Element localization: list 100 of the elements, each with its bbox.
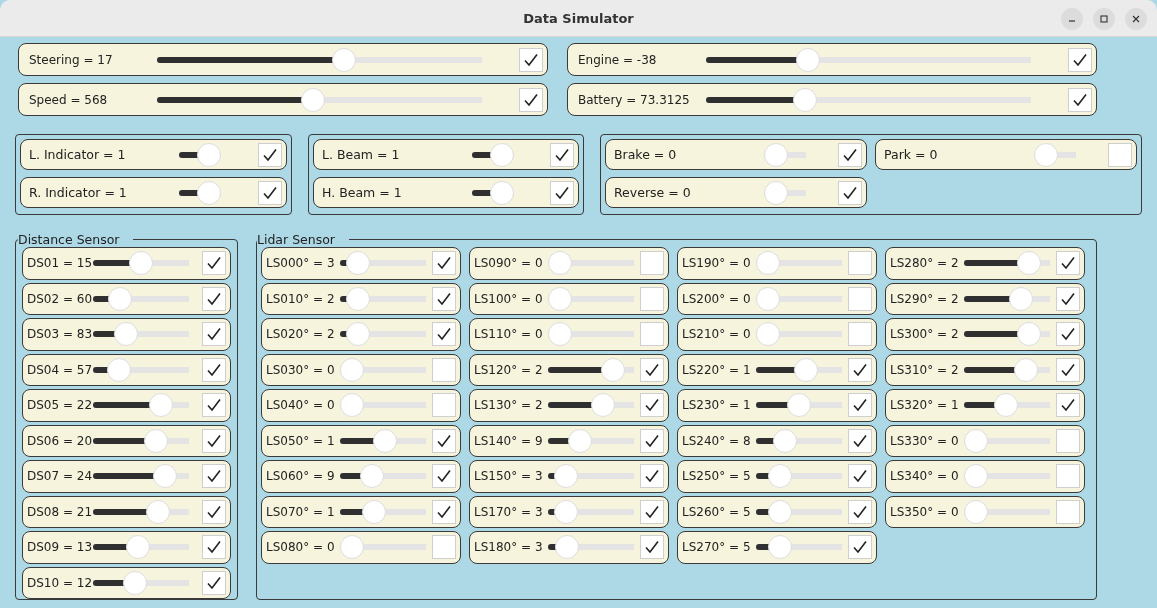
slider[interactable] <box>548 286 634 311</box>
checkbox[interactable] <box>848 286 872 311</box>
checkbox[interactable] <box>640 251 664 276</box>
slider-thumb[interactable] <box>548 251 572 276</box>
slider-thumb[interactable] <box>554 499 579 524</box>
checkbox[interactable] <box>1056 251 1080 276</box>
checkbox[interactable] <box>848 322 872 347</box>
checkbox[interactable] <box>848 464 872 489</box>
checkbox[interactable] <box>202 464 226 489</box>
slider-thumb[interactable] <box>1009 286 1034 311</box>
slider-thumb[interactable] <box>796 47 821 72</box>
checkbox[interactable] <box>640 499 664 524</box>
checkbox[interactable] <box>258 180 282 205</box>
slider-thumb[interactable] <box>340 393 364 418</box>
slider-thumb[interactable] <box>764 142 788 167</box>
slider-thumb[interactable] <box>1034 142 1058 167</box>
checkbox[interactable] <box>202 393 226 418</box>
checkbox[interactable] <box>1056 464 1080 489</box>
slider-thumb[interactable] <box>152 464 177 489</box>
slider-thumb[interactable] <box>346 322 371 347</box>
slider-thumb[interactable] <box>113 322 138 347</box>
checkbox[interactable] <box>1068 87 1092 112</box>
minimize-button[interactable] <box>1061 8 1083 30</box>
slider[interactable] <box>472 142 514 167</box>
slider-thumb[interactable] <box>756 286 780 311</box>
slider-thumb[interactable] <box>555 535 580 560</box>
slider-thumb[interactable] <box>359 464 384 489</box>
checkbox[interactable] <box>848 499 872 524</box>
maximize-button[interactable] <box>1093 8 1115 30</box>
slider-thumb[interactable] <box>768 464 793 489</box>
checkbox[interactable] <box>640 322 664 347</box>
checkbox[interactable] <box>838 180 862 205</box>
checkbox[interactable] <box>202 286 226 311</box>
slider[interactable] <box>756 286 842 311</box>
slider-thumb[interactable] <box>964 428 988 453</box>
slider[interactable] <box>340 535 426 560</box>
slider-thumb[interactable] <box>1017 251 1042 276</box>
checkbox[interactable] <box>1068 47 1092 72</box>
checkbox[interactable] <box>202 570 226 595</box>
slider-thumb[interactable] <box>197 142 221 167</box>
checkbox[interactable] <box>848 357 872 382</box>
checkbox[interactable] <box>202 499 226 524</box>
checkbox[interactable] <box>640 428 664 453</box>
slider-thumb[interactable] <box>793 87 818 112</box>
checkbox[interactable] <box>1056 428 1080 453</box>
checkbox[interactable] <box>1056 393 1080 418</box>
slider-thumb[interactable] <box>600 357 625 382</box>
slider[interactable] <box>964 499 1050 524</box>
slider-thumb[interactable] <box>362 499 387 524</box>
checkbox[interactable] <box>202 322 226 347</box>
slider-thumb[interactable] <box>340 535 364 560</box>
checkbox[interactable] <box>640 357 664 382</box>
slider[interactable] <box>964 428 1050 453</box>
checkbox[interactable] <box>432 322 456 347</box>
slider-thumb[interactable] <box>490 142 514 167</box>
slider-thumb[interactable] <box>346 286 371 311</box>
slider[interactable] <box>764 142 806 167</box>
slider-thumb[interactable] <box>964 499 988 524</box>
checkbox[interactable] <box>432 464 456 489</box>
slider-thumb[interactable] <box>548 286 572 311</box>
checkbox[interactable] <box>202 535 226 560</box>
checkbox[interactable] <box>432 393 456 418</box>
slider[interactable] <box>964 464 1050 489</box>
checkbox[interactable] <box>202 251 226 276</box>
slider-thumb[interactable] <box>331 47 356 72</box>
checkbox[interactable] <box>202 428 226 453</box>
checkbox[interactable] <box>1056 499 1080 524</box>
slider[interactable] <box>1034 142 1076 167</box>
slider-thumb[interactable] <box>122 570 147 595</box>
slider-thumb[interactable] <box>1016 322 1041 347</box>
slider-thumb[interactable] <box>964 464 988 489</box>
slider-thumb[interactable] <box>340 357 364 382</box>
checkbox[interactable] <box>1056 322 1080 347</box>
checkbox[interactable] <box>432 357 456 382</box>
checkbox[interactable] <box>848 393 872 418</box>
slider[interactable] <box>764 180 806 205</box>
slider-thumb[interactable] <box>591 393 616 418</box>
slider[interactable] <box>179 142 221 167</box>
slider-thumb[interactable] <box>554 464 579 489</box>
slider[interactable] <box>472 180 514 205</box>
slider-thumb[interactable] <box>768 499 793 524</box>
checkbox[interactable] <box>640 535 664 560</box>
checkbox[interactable] <box>838 142 862 167</box>
slider-thumb[interactable] <box>764 180 788 205</box>
slider-thumb[interactable] <box>794 357 819 382</box>
slider[interactable] <box>179 180 221 205</box>
slider[interactable] <box>548 251 634 276</box>
slider-thumb[interactable] <box>108 286 133 311</box>
slider-thumb[interactable] <box>1013 357 1038 382</box>
close-button[interactable] <box>1125 8 1147 30</box>
checkbox[interactable] <box>550 180 574 205</box>
slider[interactable] <box>756 322 842 347</box>
checkbox[interactable] <box>848 535 872 560</box>
checkbox[interactable] <box>432 251 456 276</box>
checkbox[interactable] <box>640 286 664 311</box>
slider[interactable] <box>756 251 842 276</box>
slider[interactable] <box>340 393 426 418</box>
checkbox[interactable] <box>258 142 282 167</box>
slider-thumb[interactable] <box>373 428 398 453</box>
slider-thumb[interactable] <box>773 428 798 453</box>
